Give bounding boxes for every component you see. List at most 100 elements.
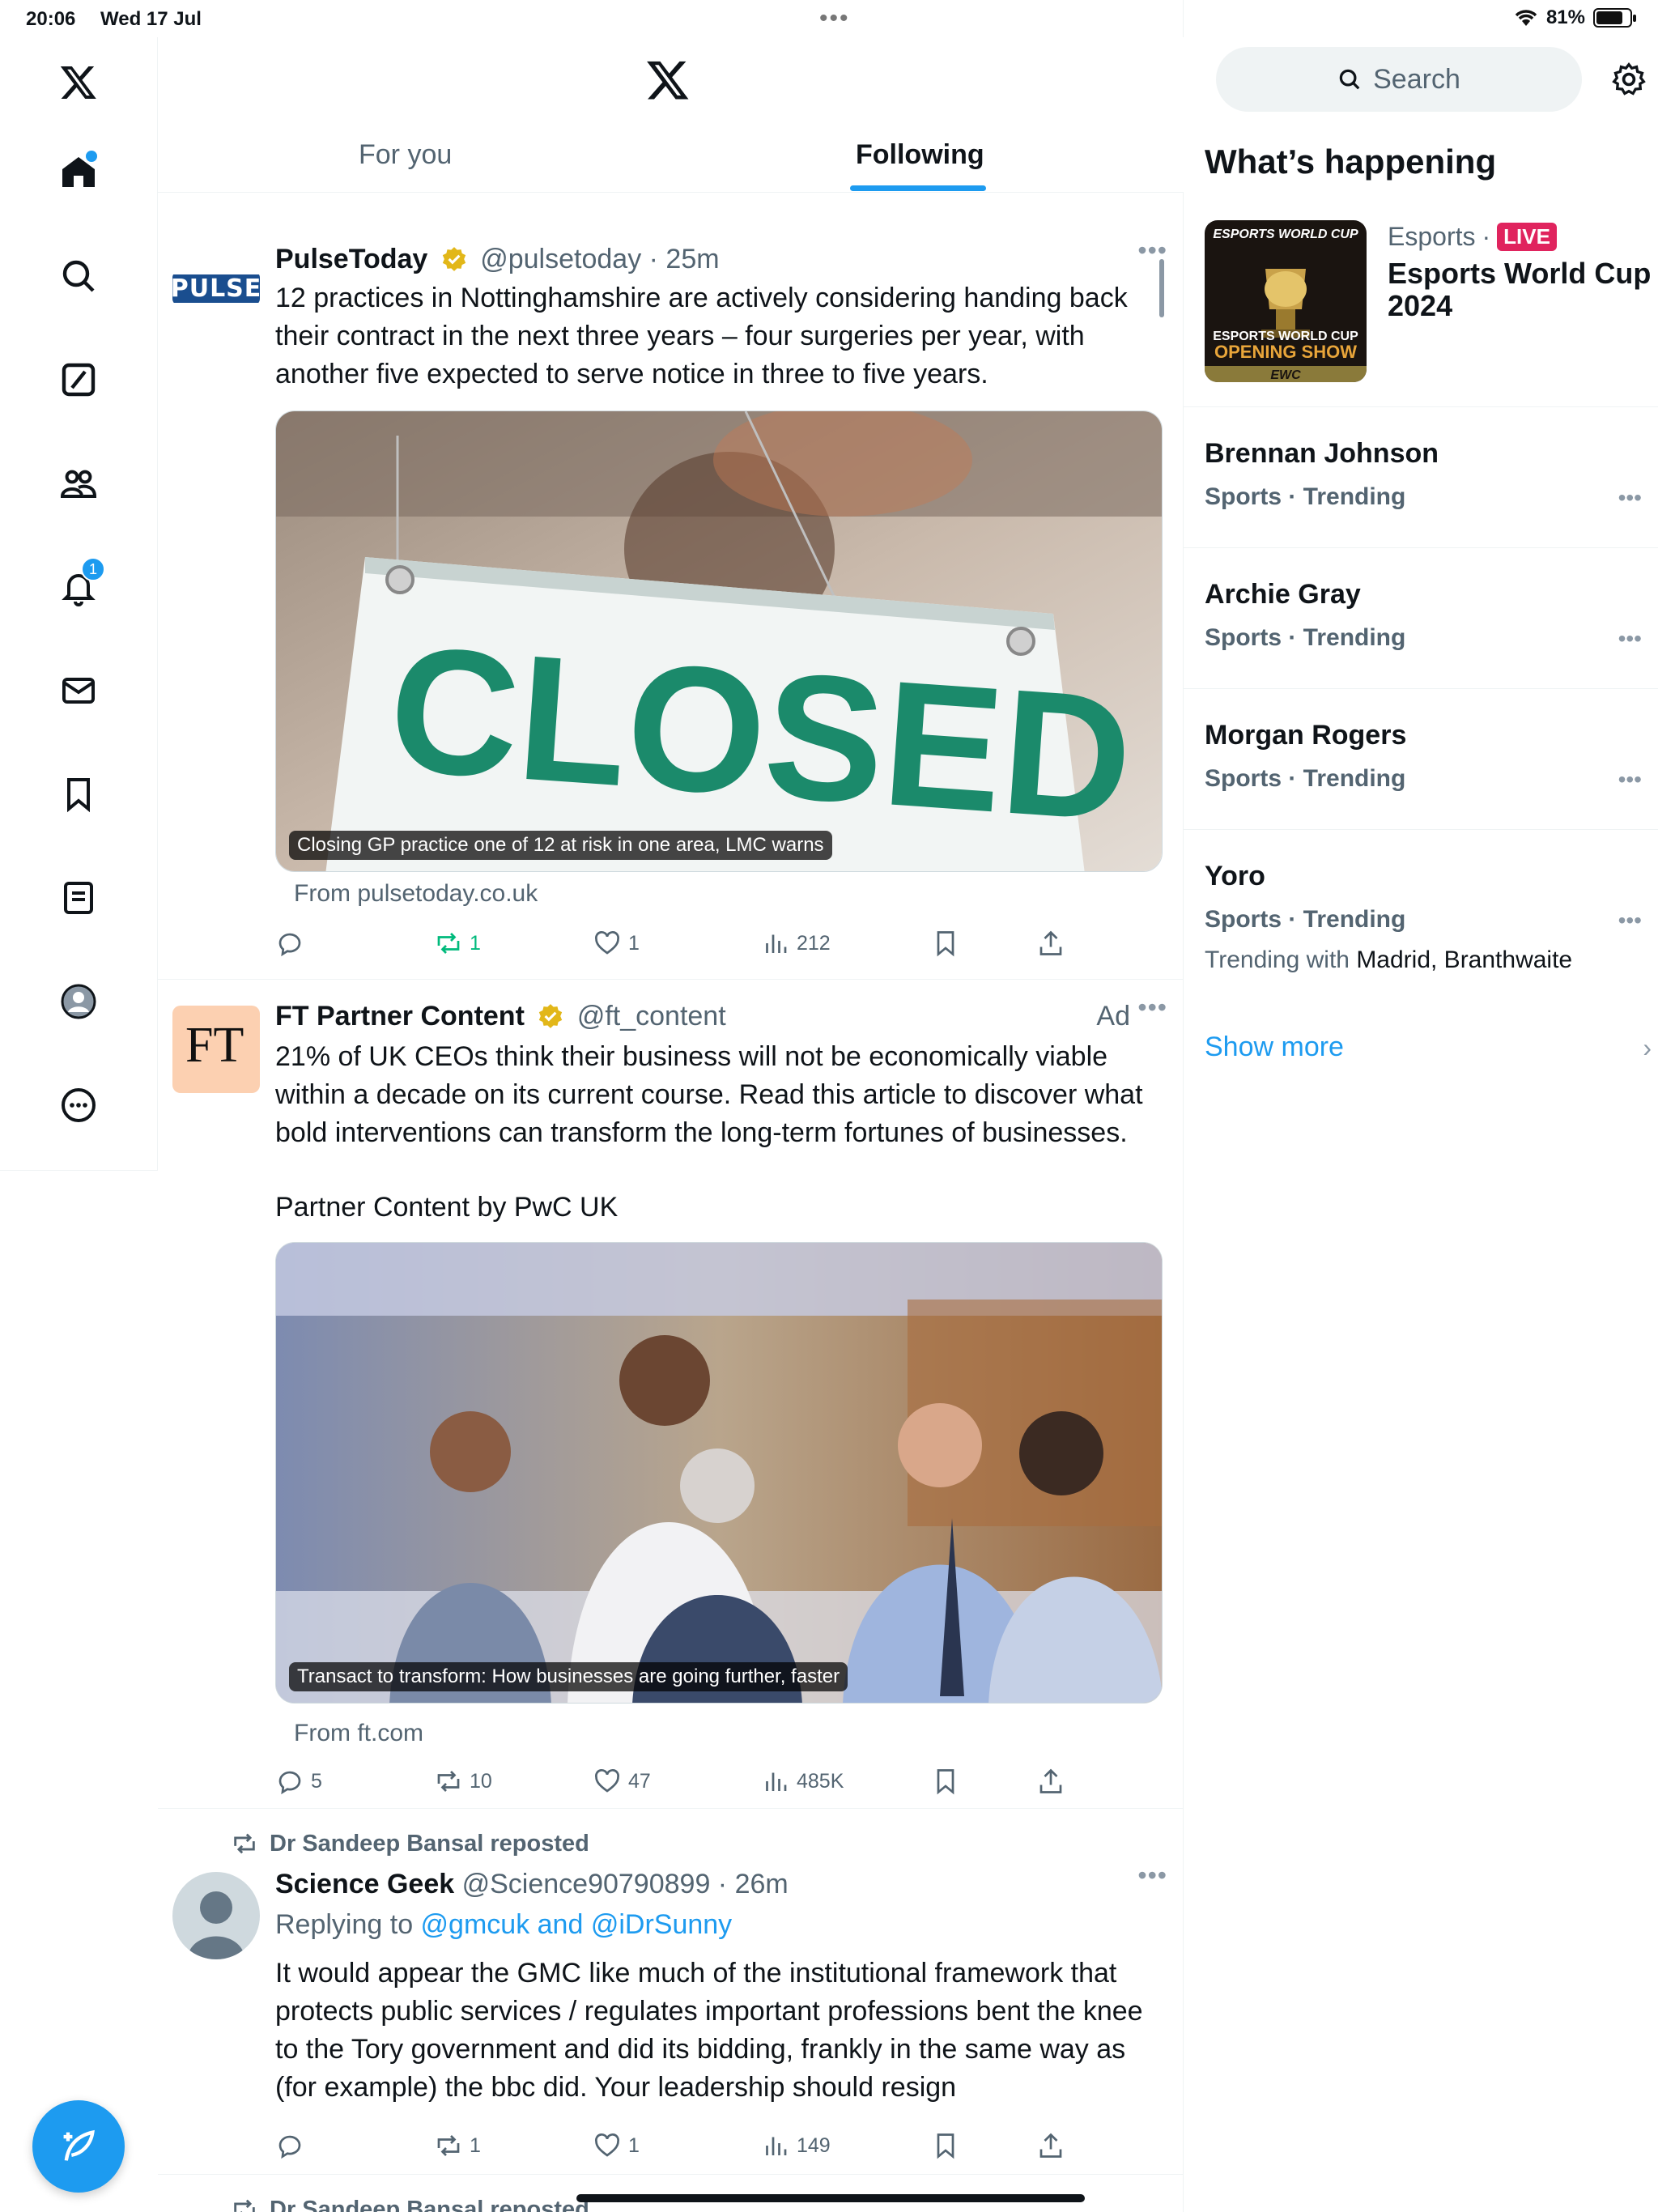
trending-with-prefix: Trending with (1205, 946, 1357, 973)
reply-button[interactable] (275, 2126, 304, 2165)
reply-icon (278, 2135, 301, 2159)
like-button[interactable]: 1 (593, 924, 640, 963)
repost-icon (234, 1833, 255, 1854)
trend-item[interactable]: Brennan Johnson Sports · Trending ••• (1184, 406, 1658, 549)
link-card-image[interactable]: Transact to transform: How businesses ar… (275, 1242, 1163, 1704)
repost-button[interactable]: 10 (434, 1762, 492, 1801)
like-count: 47 (628, 1769, 651, 1793)
tweet-science-geek[interactable]: Dr Sandeep Bansal reposted Science Geek … (158, 1809, 1184, 2175)
reply-button[interactable]: 5 (275, 1762, 322, 1801)
post-more-button[interactable]: ••• (1137, 993, 1167, 1023)
share-button[interactable] (1036, 1762, 1065, 1801)
communities-icon[interactable] (49, 453, 108, 513)
tab-for-you[interactable]: For you (359, 139, 452, 171)
trend-more-button[interactable]: ••• (1618, 626, 1642, 652)
home-icon[interactable] (49, 143, 108, 202)
search-placeholder: Search (1373, 63, 1460, 95)
author-name[interactable]: Science Geek (275, 1869, 454, 1899)
replying-to-handles[interactable]: @gmcuk and @iDrSunny (421, 1909, 733, 1940)
trend-more-button[interactable]: ••• (1618, 767, 1642, 793)
post-more-button[interactable]: ••• (1137, 1861, 1167, 1891)
author-handle[interactable]: @pulsetoday (480, 244, 641, 274)
search-input[interactable]: Search (1216, 47, 1582, 112)
grok-icon[interactable] (49, 350, 108, 410)
author-name[interactable]: PulseToday (275, 244, 427, 274)
esports-image: ESPORTS WORLD CUP ESPORTS WORLD CUP OPEN… (1205, 220, 1367, 382)
tweet-next-partial[interactable]: Dr Sandeep Bansal reposted (158, 2175, 1184, 2212)
bookmark-button[interactable] (931, 2126, 960, 2165)
show-more-link[interactable]: Show more (1205, 1032, 1344, 1063)
repost-icon (437, 1771, 460, 1792)
home-indicator[interactable] (576, 2194, 1085, 2202)
tweet-ft-partner-content[interactable]: FT FT Partner Content @ft_content Ad •••… (158, 980, 1184, 1809)
repost-button[interactable]: 1 (434, 2126, 481, 2165)
notifications-badge: 1 (81, 557, 105, 581)
trend-item[interactable]: Archie Gray Sports · Trending ••• (1184, 547, 1658, 690)
avatar[interactable]: PULSE (172, 271, 260, 305)
trend-more-button[interactable]: ••• (1618, 908, 1642, 934)
settings-gear-icon[interactable] (1611, 62, 1647, 97)
reply-button[interactable] (275, 924, 304, 963)
avatar[interactable] (172, 1872, 260, 1959)
views-button[interactable]: 149 (761, 2126, 831, 2165)
x-logo-icon[interactable] (49, 52, 108, 112)
ft-logo: FT (185, 1018, 244, 1073)
trending-with: Trending with Madrid, Branthwaite (1205, 946, 1572, 974)
main-timeline: For you Following PULSE PulseToday @puls… (158, 0, 1184, 2212)
x-logo-icon[interactable] (645, 57, 691, 102)
avatar[interactable]: FT (172, 1006, 260, 1093)
post-actions: 1 1 212 (275, 924, 1166, 963)
trend-name: Yoro (1205, 861, 1265, 891)
status-time: 20:06 (26, 8, 76, 30)
repost-context[interactable]: Dr Sandeep Bansal reposted (231, 2196, 589, 2212)
share-button[interactable] (1036, 924, 1065, 963)
scrollbar[interactable] (1159, 259, 1164, 317)
bookmarks-icon[interactable] (49, 764, 108, 824)
trend-meta: Sports · Trending (1205, 483, 1406, 510)
share-button[interactable] (1036, 2126, 1065, 2165)
like-button[interactable]: 1 (593, 2126, 640, 2165)
messages-icon[interactable] (49, 661, 108, 721)
views-button[interactable]: 485K (761, 1762, 844, 1801)
tweet-pulsetoday[interactable]: PULSE PulseToday @pulsetoday · 25m ••• 1… (158, 224, 1184, 980)
heart-icon (595, 1769, 619, 1793)
author-name[interactable]: FT Partner Content (275, 1001, 525, 1032)
views-button[interactable]: 212 (761, 924, 831, 963)
repost-context[interactable]: Dr Sandeep Bansal reposted (231, 1830, 589, 1857)
more-icon[interactable] (49, 1075, 108, 1135)
post-time[interactable]: 26m (735, 1869, 789, 1899)
trend-item[interactable]: Morgan Rogers Sports · Trending ••• (1184, 688, 1658, 831)
active-tab-indicator (850, 185, 986, 191)
profile-icon[interactable] (49, 972, 108, 1032)
trending-with-names: Madrid, Branthwaite (1356, 946, 1573, 973)
replying-to: Replying to @gmcuk and @iDrSunny (275, 1909, 732, 1941)
tweet-header: Science Geek @Science90790899 · 26m (275, 1869, 789, 1899)
tab-following[interactable]: Following (856, 139, 984, 171)
post-text-footer: Partner Content by PwC UK (275, 1192, 619, 1223)
link-card-image[interactable]: CLOSED Closing GP practice one of 12 at … (275, 410, 1163, 872)
status-right: 81% (1514, 6, 1636, 29)
lists-icon[interactable] (49, 868, 108, 928)
author-handle[interactable]: @Science90790899 (462, 1869, 711, 1899)
post-time[interactable]: 25m (665, 244, 719, 274)
author-handle[interactable]: @ft_content (577, 1001, 726, 1032)
link-source[interactable]: From pulsetoday.co.uk (294, 880, 538, 908)
bookmark-button[interactable] (931, 924, 960, 963)
repost-button[interactable]: 1 (434, 924, 481, 963)
pulse-logo: PULSE (172, 274, 260, 303)
notifications-icon[interactable]: 1 (49, 557, 108, 617)
post-text: 21% of UK CEOs think their business will… (275, 1041, 1143, 1148)
repost-icon (234, 2199, 255, 2212)
share-icon (1039, 2133, 1062, 2158)
like-button[interactable]: 47 (593, 1762, 651, 1801)
search-icon[interactable] (49, 246, 108, 306)
link-source[interactable]: From ft.com (294, 1720, 423, 1747)
post-text: It would appear the GMC like much of the… (275, 1958, 1143, 2103)
bookmark-button[interactable] (931, 1762, 960, 1801)
views-count: 485K (797, 1769, 844, 1793)
views-icon (766, 2137, 787, 2155)
trend-more-button[interactable]: ••• (1618, 485, 1642, 511)
compose-post-button[interactable] (32, 2100, 125, 2193)
trend-item[interactable]: Yoro Sports · Trending ••• Trending with… (1184, 829, 1658, 1007)
bookmark-icon (937, 1769, 954, 1795)
